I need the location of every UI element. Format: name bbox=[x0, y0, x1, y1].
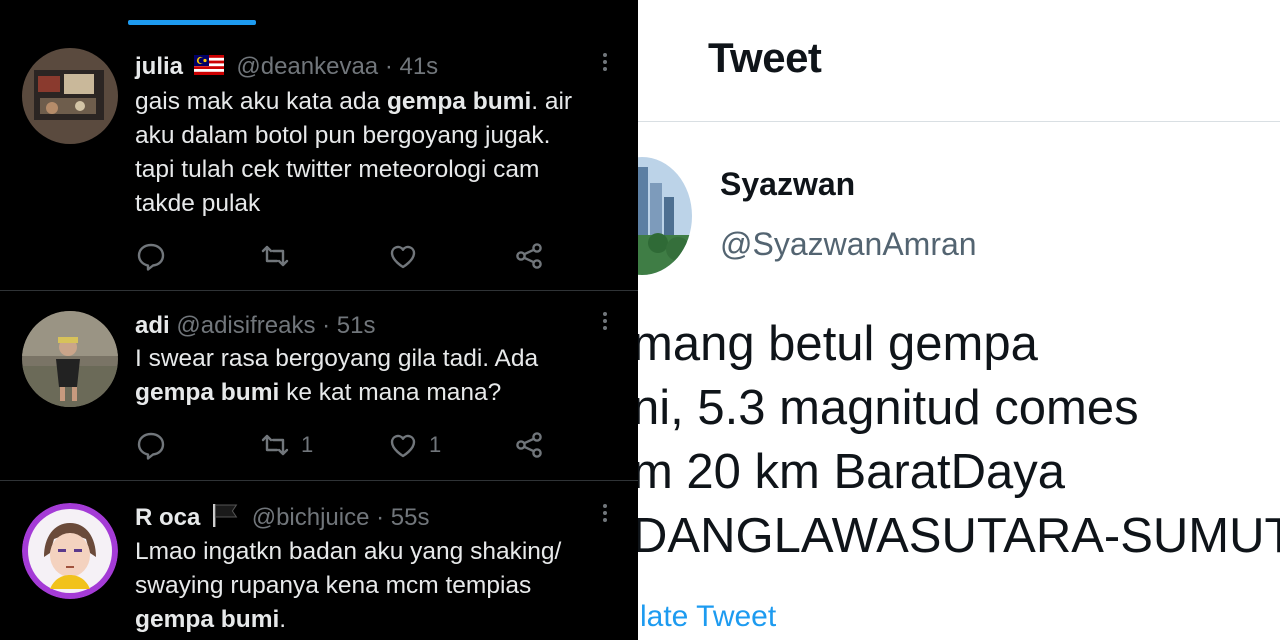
author-handle[interactable]: @bichjuice bbox=[252, 504, 370, 531]
share-button[interactable] bbox=[513, 238, 545, 274]
reply-button[interactable] bbox=[135, 238, 177, 274]
retweet-icon bbox=[261, 245, 289, 267]
more-options-icon[interactable] bbox=[598, 50, 612, 80]
tweet-actions bbox=[135, 238, 555, 274]
tweet-text-line: takde pulak bbox=[135, 190, 261, 217]
tweet-text-line: tapi tulah cek twitter meteorologi cam bbox=[135, 156, 540, 183]
malaysia-flag-icon bbox=[193, 54, 224, 82]
tweet-text-line: DANGLAWASUTARA-SUMUT bbox=[638, 509, 1280, 563]
share-icon bbox=[516, 243, 542, 269]
highlighted-keyword: gempa bumi bbox=[386, 88, 532, 115]
highlighted-keyword: gempa bumi bbox=[135, 606, 280, 633]
tweet-item[interactable]: adi @adisifreaks · 51s I swear rasa berg… bbox=[0, 291, 638, 481]
tweet-text-line: aku dalam botol pun bergoyang jugak. bbox=[135, 122, 551, 149]
heart-icon bbox=[390, 434, 416, 458]
tweet-text-line: m 20 km BaratDaya bbox=[638, 445, 1065, 499]
avatar[interactable] bbox=[638, 157, 692, 275]
tweet-text-span: . air bbox=[531, 88, 573, 115]
tweet-header: julia @deankevaa · 41s bbox=[135, 53, 438, 82]
tweet-text-line: ni, 5.3 magnitud comes bbox=[638, 381, 1139, 435]
author-handle[interactable]: @adisifreaks bbox=[176, 312, 315, 339]
tweet-detail-panel: Tweet Syazwan @SyazwanAmran mang betul g… bbox=[638, 0, 1280, 640]
tweet-item[interactable]: julia @deankevaa · 41s gais mak aku kata… bbox=[0, 26, 638, 291]
tweet-header: R oca @bichjuice · 55s bbox=[135, 503, 429, 534]
author-name[interactable]: julia bbox=[135, 53, 183, 80]
tweet-actions: 1 1 bbox=[135, 427, 555, 463]
heart-icon bbox=[390, 245, 416, 269]
timeline-panel: julia @deankevaa · 41s gais mak aku kata… bbox=[0, 0, 638, 640]
tweet-header: adi @adisifreaks · 51s bbox=[135, 312, 375, 340]
tweet-text-line: Lmao ingatkn badan aku yang shaking/ bbox=[135, 538, 562, 565]
author-handle[interactable]: @SyazwanAmran bbox=[720, 226, 977, 263]
tweet-item[interactable]: R oca @bichjuice · 55s Lmao ingatkn bada… bbox=[0, 481, 638, 640]
black-flag-icon bbox=[211, 503, 239, 534]
translate-tweet-link[interactable]: late Tweet bbox=[640, 600, 776, 634]
author-name[interactable]: R oca bbox=[135, 504, 200, 531]
author-name[interactable]: Syazwan bbox=[720, 166, 855, 203]
retweet-icon bbox=[261, 434, 289, 456]
author-handle[interactable]: @deankevaa bbox=[236, 53, 378, 80]
tweet-text: I swear rasa bergoyang gila tadi. Ada ge… bbox=[135, 342, 605, 410]
author-name[interactable]: adi bbox=[135, 312, 170, 339]
reply-icon bbox=[137, 432, 165, 460]
page-title: Tweet bbox=[708, 34, 822, 81]
like-count: 1 bbox=[429, 432, 442, 457]
tweet-text: Lmao ingatkn badan aku yang shaking/ swa… bbox=[135, 535, 605, 637]
tweet-timestamp[interactable]: · 51s bbox=[322, 312, 375, 339]
avatar[interactable] bbox=[22, 503, 118, 599]
tweet-text-span: gais mak aku kata ada bbox=[135, 88, 387, 115]
avatar[interactable] bbox=[22, 48, 118, 144]
share-button[interactable] bbox=[513, 427, 545, 463]
active-tab-indicator bbox=[128, 20, 256, 25]
like-button[interactable]: 1 bbox=[387, 427, 441, 463]
reply-button[interactable] bbox=[135, 427, 177, 463]
tweet-text: mang betul gempa ni, 5.3 magnitud comes … bbox=[638, 312, 1280, 568]
more-options-icon[interactable] bbox=[598, 501, 612, 531]
share-icon bbox=[516, 432, 542, 458]
avatar[interactable] bbox=[22, 311, 118, 407]
highlighted-keyword: gempa bumi bbox=[135, 379, 280, 406]
tweet-timestamp[interactable]: · 55s bbox=[376, 504, 429, 531]
tweet-text-span: ke kat mana mana? bbox=[279, 379, 502, 406]
tweet-text: gais mak aku kata ada gempa bumi. air ak… bbox=[135, 85, 605, 221]
tweet-text-line: I swear rasa bergoyang gila tadi. Ada bbox=[135, 345, 539, 372]
tweet-text-line: swaying rupanya kena mcm tempias bbox=[135, 572, 532, 599]
retweet-count: 1 bbox=[301, 432, 314, 457]
like-button[interactable] bbox=[387, 238, 429, 274]
divider bbox=[638, 121, 1280, 122]
tweet-timestamp[interactable]: · 41s bbox=[385, 53, 438, 80]
tweet-text-line: mang betul gempa bbox=[638, 317, 1038, 371]
retweet-button[interactable]: 1 bbox=[259, 427, 313, 463]
retweet-button[interactable] bbox=[259, 238, 301, 274]
tweet-text-span: . bbox=[279, 606, 287, 633]
more-options-icon[interactable] bbox=[598, 309, 612, 339]
reply-icon bbox=[137, 243, 165, 271]
